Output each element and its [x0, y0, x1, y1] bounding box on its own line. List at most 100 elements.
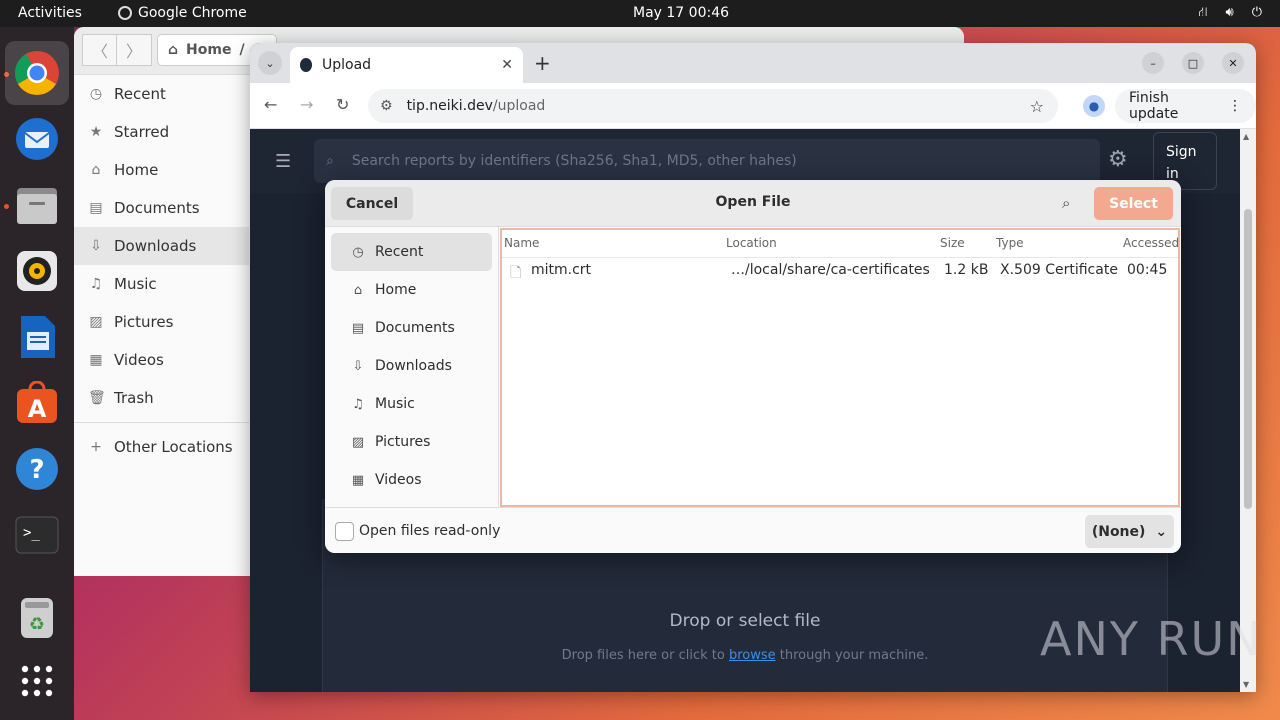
hamburger-menu-icon[interactable]: ☰: [275, 151, 291, 172]
url-text: tip.neiki.dev/upload: [407, 98, 546, 114]
dialog-sidebar-pictures[interactable]: ▨ Pictures: [331, 423, 492, 461]
dialog-sidebar-music[interactable]: ♫ Music: [331, 385, 492, 423]
close-window-button[interactable]: ✕: [1222, 52, 1244, 74]
dialog-sidebar: ◷ Recent ⌂ Home ▤ Documents ⇩ Downloads ♫ Mus…: [325, 227, 499, 507]
file-filter-dropdown[interactable]: (None) ⌄: [1085, 515, 1174, 548]
help-icon[interactable]: ?: [13, 445, 61, 493]
sidebar-label: Pictures: [375, 434, 431, 450]
tab-strip: ⌄ Upload ✕ + – □ ✕: [250, 43, 1256, 83]
read-only-label[interactable]: Open files read-only: [359, 523, 500, 539]
files-sidebar-recent[interactable]: ◷ Recent: [74, 75, 249, 113]
minimize-button[interactable]: –: [1142, 52, 1164, 74]
file-row[interactable]: 🗋 mitm.crt …/local/share/ca-certificates…: [502, 260, 1178, 284]
dialog-footer: Open files read-only (None) ⌄: [325, 507, 1181, 553]
sidebar-label: Pictures: [114, 313, 174, 331]
files-sidebar-videos[interactable]: ▦ Videos: [74, 341, 249, 379]
new-tab-button[interactable]: +: [534, 51, 551, 75]
home-icon: ⌂: [353, 282, 363, 298]
forward-arrow-icon[interactable]: →: [300, 95, 313, 114]
finish-update-button[interactable]: Finish update ⋮: [1115, 89, 1256, 123]
files-sidebar-downloads[interactable]: ⇩ Downloads: [74, 227, 249, 265]
path-home[interactable]: Home: [186, 42, 231, 58]
dialog-sidebar-recent[interactable]: ◷ Recent: [331, 233, 492, 271]
sign-in-label: Sign: [1166, 144, 1197, 160]
document-icon: ▤: [89, 200, 103, 216]
files-sidebar-documents[interactable]: ▤ Documents: [74, 189, 249, 227]
file-size: 1.2 kB: [944, 262, 989, 278]
close-icon: ✕: [1228, 56, 1238, 70]
app-name: Google Chrome: [138, 5, 247, 21]
sidebar-label: Documents: [375, 320, 455, 336]
scroll-down-icon[interactable]: ▼: [1243, 680, 1249, 689]
search-placeholder: Search reports by identifiers (Sha256, S…: [351, 153, 797, 169]
network-icon: ⛙: [1198, 5, 1208, 20]
browse-link[interactable]: browse: [729, 648, 776, 663]
files-sidebar-home[interactable]: ⌂ Home: [74, 151, 249, 189]
dialog-sidebar-downloads[interactable]: ⇩ Downloads: [331, 347, 492, 385]
file-accessed: 00:45: [1127, 262, 1168, 278]
address-bar[interactable]: ⚙ tip.neiki.dev/upload ☆: [368, 89, 1058, 123]
star-icon: ★: [89, 124, 103, 140]
rhythmbox-icon[interactable]: [13, 247, 61, 295]
column-type[interactable]: Type: [996, 236, 1024, 250]
dialog-sidebar-videos[interactable]: ▦ Videos: [331, 461, 492, 499]
files-sidebar-music[interactable]: ♫ Music: [74, 265, 249, 303]
writer-icon[interactable]: [13, 313, 61, 361]
files-sidebar-pictures[interactable]: ▨ Pictures: [74, 303, 249, 341]
terminal-icon[interactable]: >_: [13, 511, 61, 559]
column-location[interactable]: Location: [726, 236, 777, 250]
back-button[interactable]: 〈: [82, 34, 118, 66]
profile-avatar-icon[interactable]: ●: [1083, 95, 1105, 117]
dialog-sidebar-home[interactable]: ⌂ Home: [331, 271, 492, 309]
maximize-button[interactable]: □: [1182, 52, 1204, 74]
system-tray[interactable]: ⛙ 🔊︎ ⏻: [1198, 5, 1262, 22]
volume-icon: 🔊︎: [1225, 5, 1234, 20]
site-info-icon[interactable]: ⚙: [380, 98, 393, 114]
drop-sub-text-after: through your machine.: [775, 648, 929, 663]
column-size[interactable]: Size: [940, 236, 965, 250]
back-arrow-icon[interactable]: ←: [264, 95, 277, 114]
kebab-menu-icon[interactable]: ⋮: [1228, 98, 1242, 114]
clock[interactable]: May 17 00:46: [633, 5, 729, 21]
sidebar-label: Recent: [114, 85, 166, 103]
app-center-icon[interactable]: A: [13, 379, 61, 427]
bookmark-star-icon[interactable]: ☆: [1030, 97, 1044, 116]
home-icon: ⌂: [168, 42, 179, 58]
sidebar-label: Trash: [114, 389, 154, 407]
select-button[interactable]: Select: [1094, 187, 1173, 220]
tab-search-button[interactable]: ⌄: [258, 51, 282, 75]
activities-button[interactable]: Activities: [18, 5, 82, 21]
download-icon: ⇩: [352, 358, 364, 374]
thunderbird-icon[interactable]: [13, 115, 61, 163]
column-accessed[interactable]: Accessed: [1123, 236, 1179, 250]
reload-icon[interactable]: ↻: [336, 95, 349, 114]
scroll-up-icon[interactable]: ▲: [1243, 132, 1249, 141]
files-sidebar-starred[interactable]: ★ Starred: [74, 113, 249, 151]
anyrun-watermark: ANY RUN: [1040, 612, 1263, 666]
close-tab-icon[interactable]: ✕: [501, 57, 513, 73]
chevron-right-icon: 〉: [125, 42, 142, 61]
read-only-checkbox[interactable]: [335, 522, 354, 541]
music-icon: ♫: [352, 396, 364, 412]
scrollbar-thumb[interactable]: [1244, 209, 1252, 509]
home-icon: ⌂: [91, 162, 101, 178]
svg-text:?: ?: [29, 455, 44, 485]
page-scrollbar[interactable]: ▲ ▼: [1240, 129, 1256, 692]
files-icon[interactable]: [13, 181, 61, 229]
power-icon: ⏻: [1251, 5, 1262, 20]
forward-button[interactable]: 〉: [116, 34, 152, 66]
sidebar-label: Starred: [114, 123, 170, 141]
app-menu[interactable]: Google Chrome: [118, 5, 247, 21]
app-grid-icon[interactable]: [13, 657, 61, 705]
column-name[interactable]: Name: [504, 236, 539, 250]
sidebar-label: Documents: [114, 199, 200, 217]
trash-icon[interactable]: ♻: [13, 593, 61, 641]
report-search-input[interactable]: ⌕ Search reports by identifiers (Sha256,…: [314, 139, 1100, 183]
dialog-sidebar-documents[interactable]: ▤ Documents: [331, 309, 492, 347]
files-sidebar-trash[interactable]: 🗑︎ Trash: [74, 379, 249, 417]
chrome-icon[interactable]: [5, 41, 69, 105]
settings-gear-icon[interactable]: ⚙: [1108, 147, 1128, 172]
files-sidebar-other-locations[interactable]: + Other Locations: [74, 428, 249, 466]
search-icon[interactable]: ⌕: [1062, 194, 1070, 212]
tab-upload[interactable]: Upload ✕: [290, 47, 523, 83]
